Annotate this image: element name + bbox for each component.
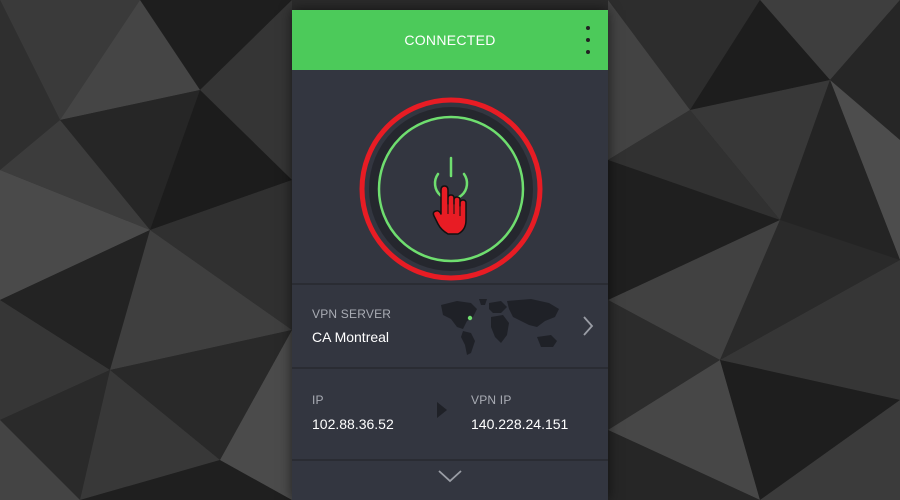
more-vertical-icon[interactable] [580,26,596,54]
power-graphic [359,97,543,281]
power-button[interactable] [377,115,525,263]
vpn-app-window: CONNECTED VPN SERVER CA Montreal IP 102.… [292,10,608,500]
expand-panel-button[interactable] [292,461,608,500]
ip-value: 102.88.36.52 [312,416,394,432]
ip-label: IP [312,393,324,407]
chevron-right-icon[interactable] [582,315,594,337]
status-header: CONNECTED [292,10,608,70]
desktop-background: CONNECTED VPN SERVER CA Montreal IP 102.… [0,0,900,500]
vpn-server-label: VPN SERVER [312,307,392,321]
chevron-down-icon [438,470,462,483]
power-button-area [292,70,608,283]
vpn-server-selector[interactable]: VPN SERVER CA Montreal [292,285,608,367]
vpn-ip-label: VPN IP [471,393,512,407]
triangle-right-icon [437,402,447,418]
connection-status: CONNECTED [404,32,496,48]
vpn-server-value: CA Montreal [312,329,390,345]
ip-info: IP 102.88.36.52 VPN IP 140.228.24.151 [292,369,608,459]
world-map-icon [441,299,559,355]
vpn-ip-value: 140.228.24.151 [471,416,569,432]
